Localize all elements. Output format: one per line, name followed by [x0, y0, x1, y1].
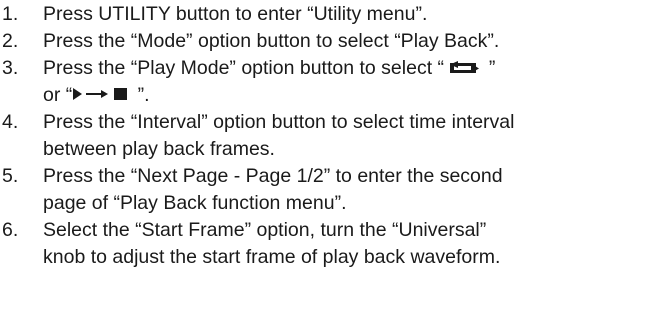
step-text: ”. — [132, 84, 150, 106]
step-text: Press UTILITY button to enter “Utility m… — [43, 3, 428, 25]
step-text: Select the “Start Frame” option, turn th… — [43, 219, 487, 241]
step-text: Press the “Interval” option button to se… — [43, 111, 515, 133]
instruction-list: 1. Press UTILITY button to enter “Utilit… — [0, 1, 672, 271]
step-text: or “ — [43, 84, 73, 106]
step-text: knob to adjust the start frame of play b… — [43, 246, 501, 268]
step-number: 3. — [2, 57, 19, 79]
step-number: 6. — [2, 219, 19, 241]
step-number: 4. — [2, 111, 19, 133]
list-item: 6. Select the “Start Frame” option, turn… — [0, 217, 672, 271]
step-text: Press the “Play Mode” option button to s… — [43, 57, 450, 79]
step-text-line: Press the “Play Mode” option button to s… — [43, 55, 672, 82]
step-text: Press the “Next Page - Page 1/2” to ente… — [43, 165, 503, 187]
list-item: 3. Press the “Play Mode” option button t… — [0, 55, 672, 109]
list-item: 2. Press the “Mode” option button to sel… — [0, 28, 672, 55]
step-number: 5. — [2, 165, 19, 187]
step-text: page of “Play Back function menu”. — [43, 192, 347, 214]
step-number: 2. — [2, 30, 19, 52]
step-text-line: or “ ”. — [43, 82, 672, 109]
step-text: ” — [483, 57, 496, 79]
list-item: 4. Press the “Interval” option button to… — [0, 109, 672, 163]
play-to-stop-icon — [73, 88, 128, 101]
loop-arrows-icon — [450, 61, 480, 74]
list-item: 5. Press the “Next Page - Page 1/2” to e… — [0, 163, 672, 217]
step-number: 1. — [2, 3, 19, 25]
step-text: Press the “Mode” option button to select… — [43, 30, 500, 52]
list-item: 1. Press UTILITY button to enter “Utilit… — [0, 1, 672, 28]
step-text: between play back frames. — [43, 138, 275, 160]
